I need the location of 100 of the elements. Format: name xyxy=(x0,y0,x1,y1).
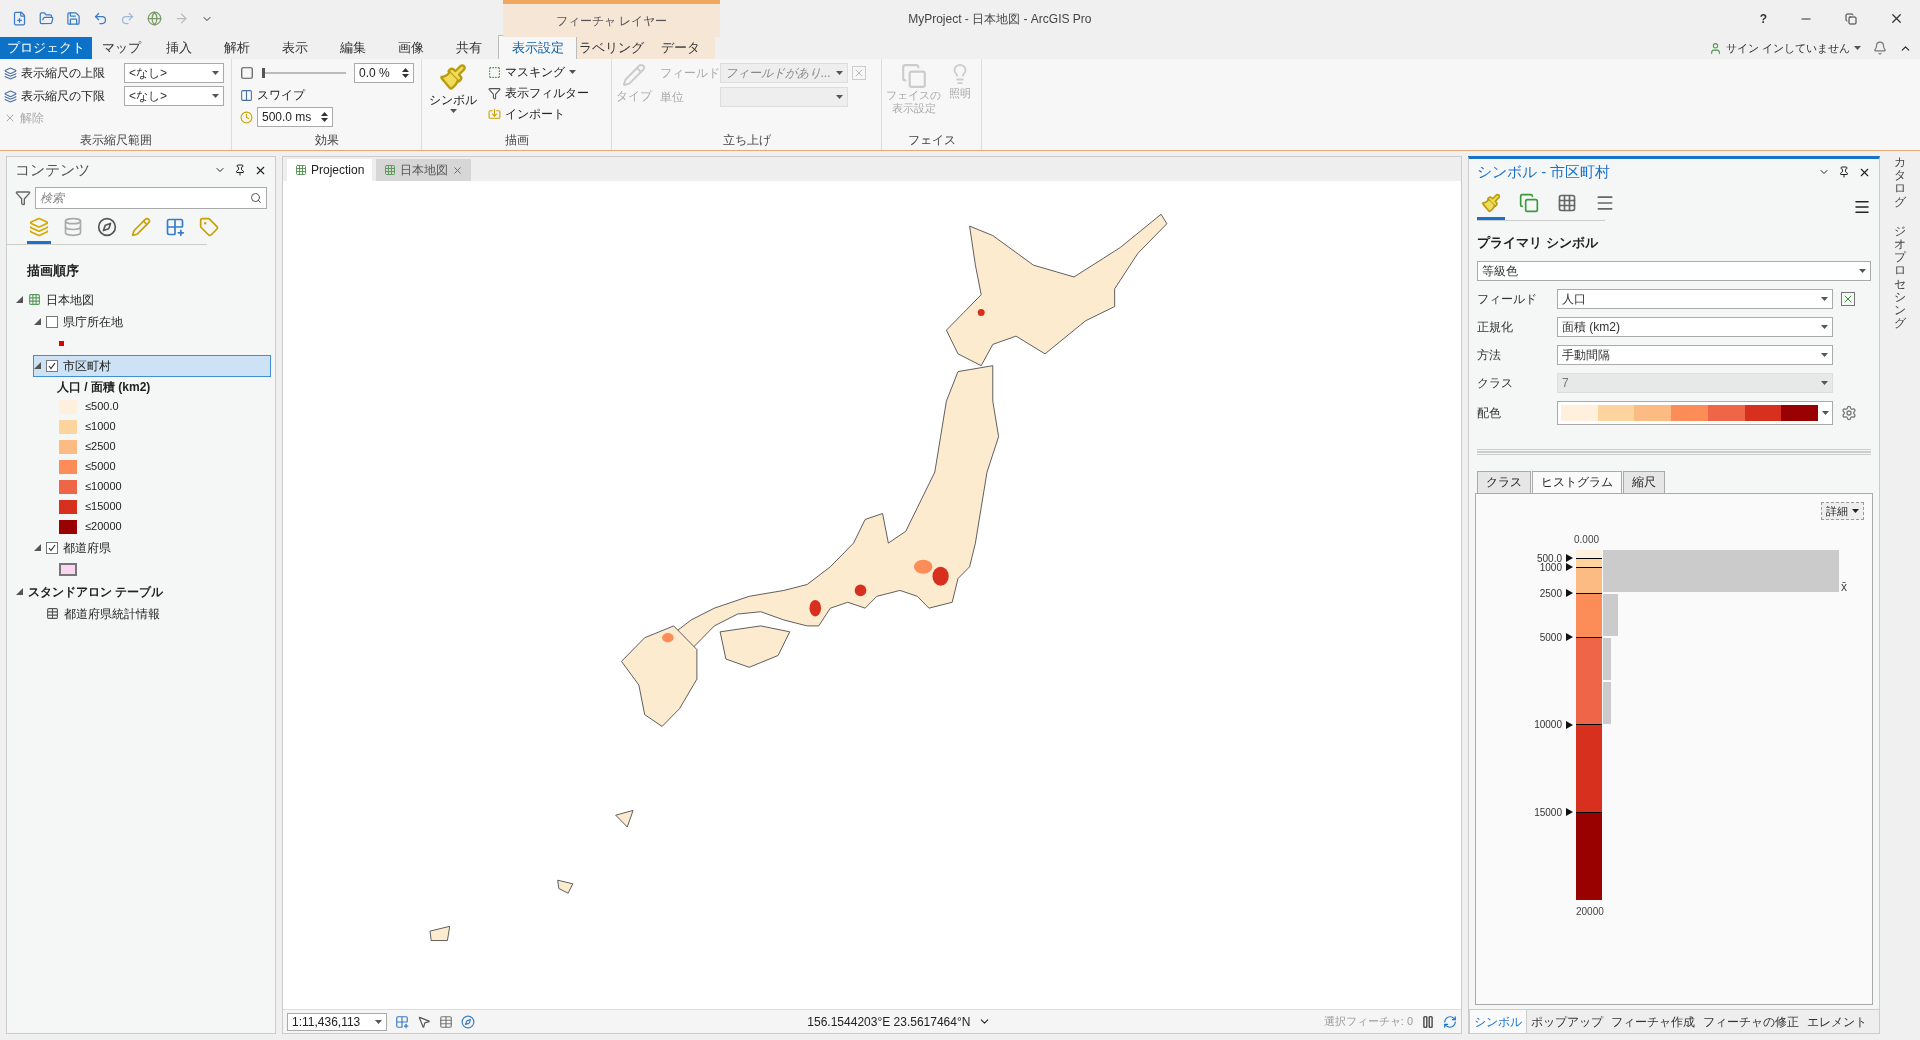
break-handle-icon[interactable] xyxy=(1566,720,1573,729)
pause-icon[interactable] xyxy=(1421,1014,1435,1029)
field-dropdown[interactable]: 手動間隔 xyxy=(1557,344,1833,365)
sub-tab[interactable]: クラス xyxy=(1477,470,1531,493)
settings-icon[interactable] xyxy=(1841,404,1857,421)
ribbon-tab[interactable]: 表示 xyxy=(266,37,324,59)
import-icon xyxy=(488,107,501,121)
map-icon xyxy=(295,164,307,176)
pin-icon[interactable] xyxy=(234,164,246,176)
pane-tab[interactable]: エレメント xyxy=(1803,1010,1871,1033)
layer-row[interactable]: 都道府県 xyxy=(33,536,271,559)
transparency-slider[interactable] xyxy=(262,68,346,78)
tree-row[interactable]: スタンドアロン テーブル xyxy=(15,580,271,603)
ribbon-tab[interactable]: マップ xyxy=(92,37,150,59)
expand-icon[interactable] xyxy=(34,318,41,325)
layer-row[interactable]: 県庁所在地 xyxy=(33,310,271,333)
unit-label: 単位 xyxy=(660,89,685,106)
ribbon-tab[interactable]: データ xyxy=(646,37,715,59)
tree-row[interactable]: 日本地図 xyxy=(15,288,271,311)
search-icon xyxy=(250,192,262,204)
ribbon-tab[interactable]: 画像 xyxy=(382,37,440,59)
transparency-field[interactable]: 0.0 % xyxy=(354,63,414,83)
ribbon-tab[interactable]: ラベリング xyxy=(577,37,646,59)
upper-scale-button[interactable]: 表示縮尺の上限 xyxy=(4,64,116,82)
table-icon[interactable] xyxy=(439,1014,453,1029)
view-tab[interactable] xyxy=(27,217,51,244)
search-field[interactable]: 検索 xyxy=(35,187,267,209)
expand-icon[interactable] xyxy=(34,544,41,551)
expand-icon[interactable] xyxy=(16,588,23,595)
import-button[interactable]: インポート xyxy=(488,105,589,123)
close-icon[interactable] xyxy=(1889,11,1904,26)
dropdown[interactable]: <なし> xyxy=(124,63,224,83)
dropdown[interactable]: <なし> xyxy=(124,86,224,106)
flicker-field[interactable]: 500.0 ms xyxy=(257,107,333,127)
sub-tab[interactable]: 縮尺 xyxy=(1623,470,1665,493)
pin-icon[interactable] xyxy=(1838,166,1850,178)
color-ramp-dropdown[interactable] xyxy=(1557,400,1833,425)
break-label[interactable]: 5000 xyxy=(1539,629,1562,645)
symbol-button[interactable]: シンボル xyxy=(426,63,480,125)
map-tab[interactable]: Projection xyxy=(287,159,373,181)
sign-in-button[interactable]: サイン インしていません xyxy=(1708,37,1873,59)
pane-tab[interactable]: フィーチャ作成 xyxy=(1607,1010,1699,1033)
bell-icon[interactable] xyxy=(1873,41,1887,55)
menu-icon[interactable] xyxy=(1853,198,1871,216)
side-tab[interactable]: カタログ xyxy=(1894,156,1906,209)
ribbon-tab[interactable]: 表示設定 xyxy=(498,35,577,59)
expression-icon[interactable] xyxy=(1841,291,1855,306)
tree-row[interactable]: 都道府県統計情報 xyxy=(33,602,271,625)
filter-button[interactable]: 表示フィルター xyxy=(488,84,589,102)
field-dropdown[interactable]: 人口 xyxy=(1557,288,1833,309)
side-tab[interactable]: ジオプロセシング xyxy=(1894,224,1906,331)
expand-icon[interactable] xyxy=(16,296,23,303)
sub-tab[interactable]: ヒストグラム xyxy=(1532,470,1622,493)
layer-checkbox[interactable] xyxy=(46,315,58,328)
clock-icon xyxy=(240,110,253,124)
break-label[interactable]: 2500 xyxy=(1539,585,1562,601)
help-button[interactable]: ? xyxy=(1759,9,1767,28)
layer-checkbox[interactable] xyxy=(46,541,58,554)
spinner-arrows-icon[interactable] xyxy=(402,67,409,79)
expand-icon[interactable] xyxy=(34,362,41,369)
layer-name: 市区町村 xyxy=(63,357,111,375)
save-icon[interactable] xyxy=(66,11,81,26)
lower-scale-button[interactable]: 表示縮尺の下限 xyxy=(4,87,116,105)
masking-button[interactable]: マスキング xyxy=(488,63,589,81)
button-label-line: フェイスの xyxy=(886,89,941,102)
open-folder-icon[interactable] xyxy=(39,11,54,26)
break-label[interactable]: 15000 xyxy=(1534,804,1562,820)
scale-dropdown[interactable]: 1:11,436,113 xyxy=(287,1012,387,1031)
ribbon-tab[interactable]: 解析 xyxy=(208,37,266,59)
pane-tab[interactable]: ポップアップ xyxy=(1527,1010,1607,1033)
spinner-arrows-icon[interactable] xyxy=(321,111,328,123)
detail-button[interactable]: 詳細 xyxy=(1821,501,1864,520)
break-label[interactable]: 10000 xyxy=(1534,717,1562,732)
caret-icon xyxy=(1821,380,1828,385)
ribbon-tab[interactable]: 共有 xyxy=(440,37,498,59)
new-project-icon[interactable] xyxy=(12,11,27,26)
break-handle-icon[interactable] xyxy=(1566,633,1573,641)
globe-icon[interactable] xyxy=(147,11,162,26)
break-handle-icon[interactable] xyxy=(1566,808,1573,816)
layer-row[interactable]: 市区町村 xyxy=(33,354,271,377)
ribbon-tab[interactable]: 編集 xyxy=(324,37,382,59)
field-label: 正規化 xyxy=(1477,318,1514,336)
field-dropdown[interactable]: 面積 (km2) xyxy=(1557,316,1833,337)
map-tab[interactable]: 日本地図 xyxy=(376,159,472,181)
break-handle-icon[interactable] xyxy=(1566,589,1573,598)
button-label-line: 表示設定 xyxy=(891,102,936,115)
grid-icon[interactable] xyxy=(395,1014,409,1029)
layer-checkbox[interactable] xyxy=(46,359,58,372)
ribbon-tab[interactable]: 挿入 xyxy=(150,37,208,59)
ribbon-tab[interactable]: プロジェクト xyxy=(0,37,92,59)
view-tab[interactable] xyxy=(1477,193,1505,220)
symbology-method-dropdown[interactable]: 等級色 xyxy=(1477,260,1871,281)
histogram-bottom-label: 20000 xyxy=(1576,904,1604,919)
undo-icon[interactable] xyxy=(93,11,108,26)
restore-icon[interactable] xyxy=(1845,12,1857,25)
pane-tab[interactable]: シンボル xyxy=(1469,1010,1527,1033)
swipe-button[interactable]: スワイプ xyxy=(240,86,414,104)
refresh-icon[interactable] xyxy=(1443,1014,1457,1029)
group-label: 立ち上げ xyxy=(721,133,772,149)
pane-tab[interactable]: フィーチャの修正 xyxy=(1699,1010,1803,1033)
